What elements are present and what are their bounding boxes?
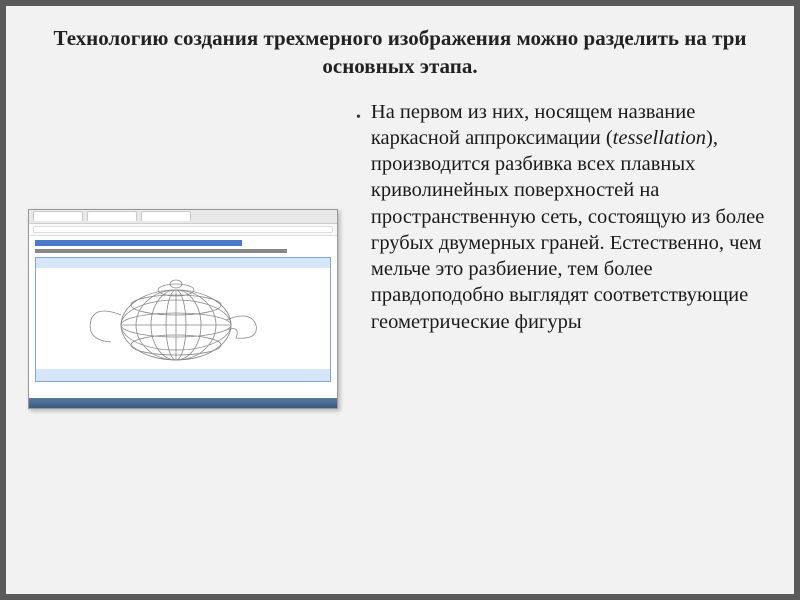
- slide-title: Технологию создания трехмерного изображе…: [28, 24, 772, 81]
- slide-frame: Технологию создания трехмерного изображе…: [0, 0, 800, 600]
- embedded-screenshot: [28, 209, 338, 409]
- title-bold: Технологию создания трехмерного изображе…: [54, 26, 512, 50]
- left-column: [28, 99, 338, 409]
- browser-tab: [33, 211, 83, 221]
- bullet-italic: tessellation: [613, 127, 706, 149]
- bullet-marker: •: [356, 99, 361, 335]
- page-content-area: [29, 236, 337, 386]
- right-column: • На первом из них, носящем название кар…: [356, 99, 772, 335]
- taskbar: [29, 398, 337, 408]
- highlight-band: [36, 369, 330, 381]
- browser-tab: [141, 211, 191, 221]
- page-heading-bar: [35, 240, 242, 246]
- bullet-item: • На первом из них, носящем название кар…: [356, 99, 772, 335]
- highlight-band: [36, 258, 330, 268]
- content-row: • На первом из них, носящем название кар…: [28, 99, 772, 409]
- teapot-wireframe-icon: [66, 270, 286, 370]
- bullet-text: На первом из них, носящем название карка…: [371, 99, 772, 335]
- address-field: [33, 226, 333, 233]
- browser-address-bar: [29, 224, 337, 236]
- browser-tab-bar: [29, 210, 337, 224]
- teapot-illustration: [35, 257, 331, 382]
- page-subtext-bar: [35, 249, 287, 253]
- bullet-part2: ), производится разбивка всех плавных кр…: [371, 127, 764, 333]
- browser-tab: [87, 211, 137, 221]
